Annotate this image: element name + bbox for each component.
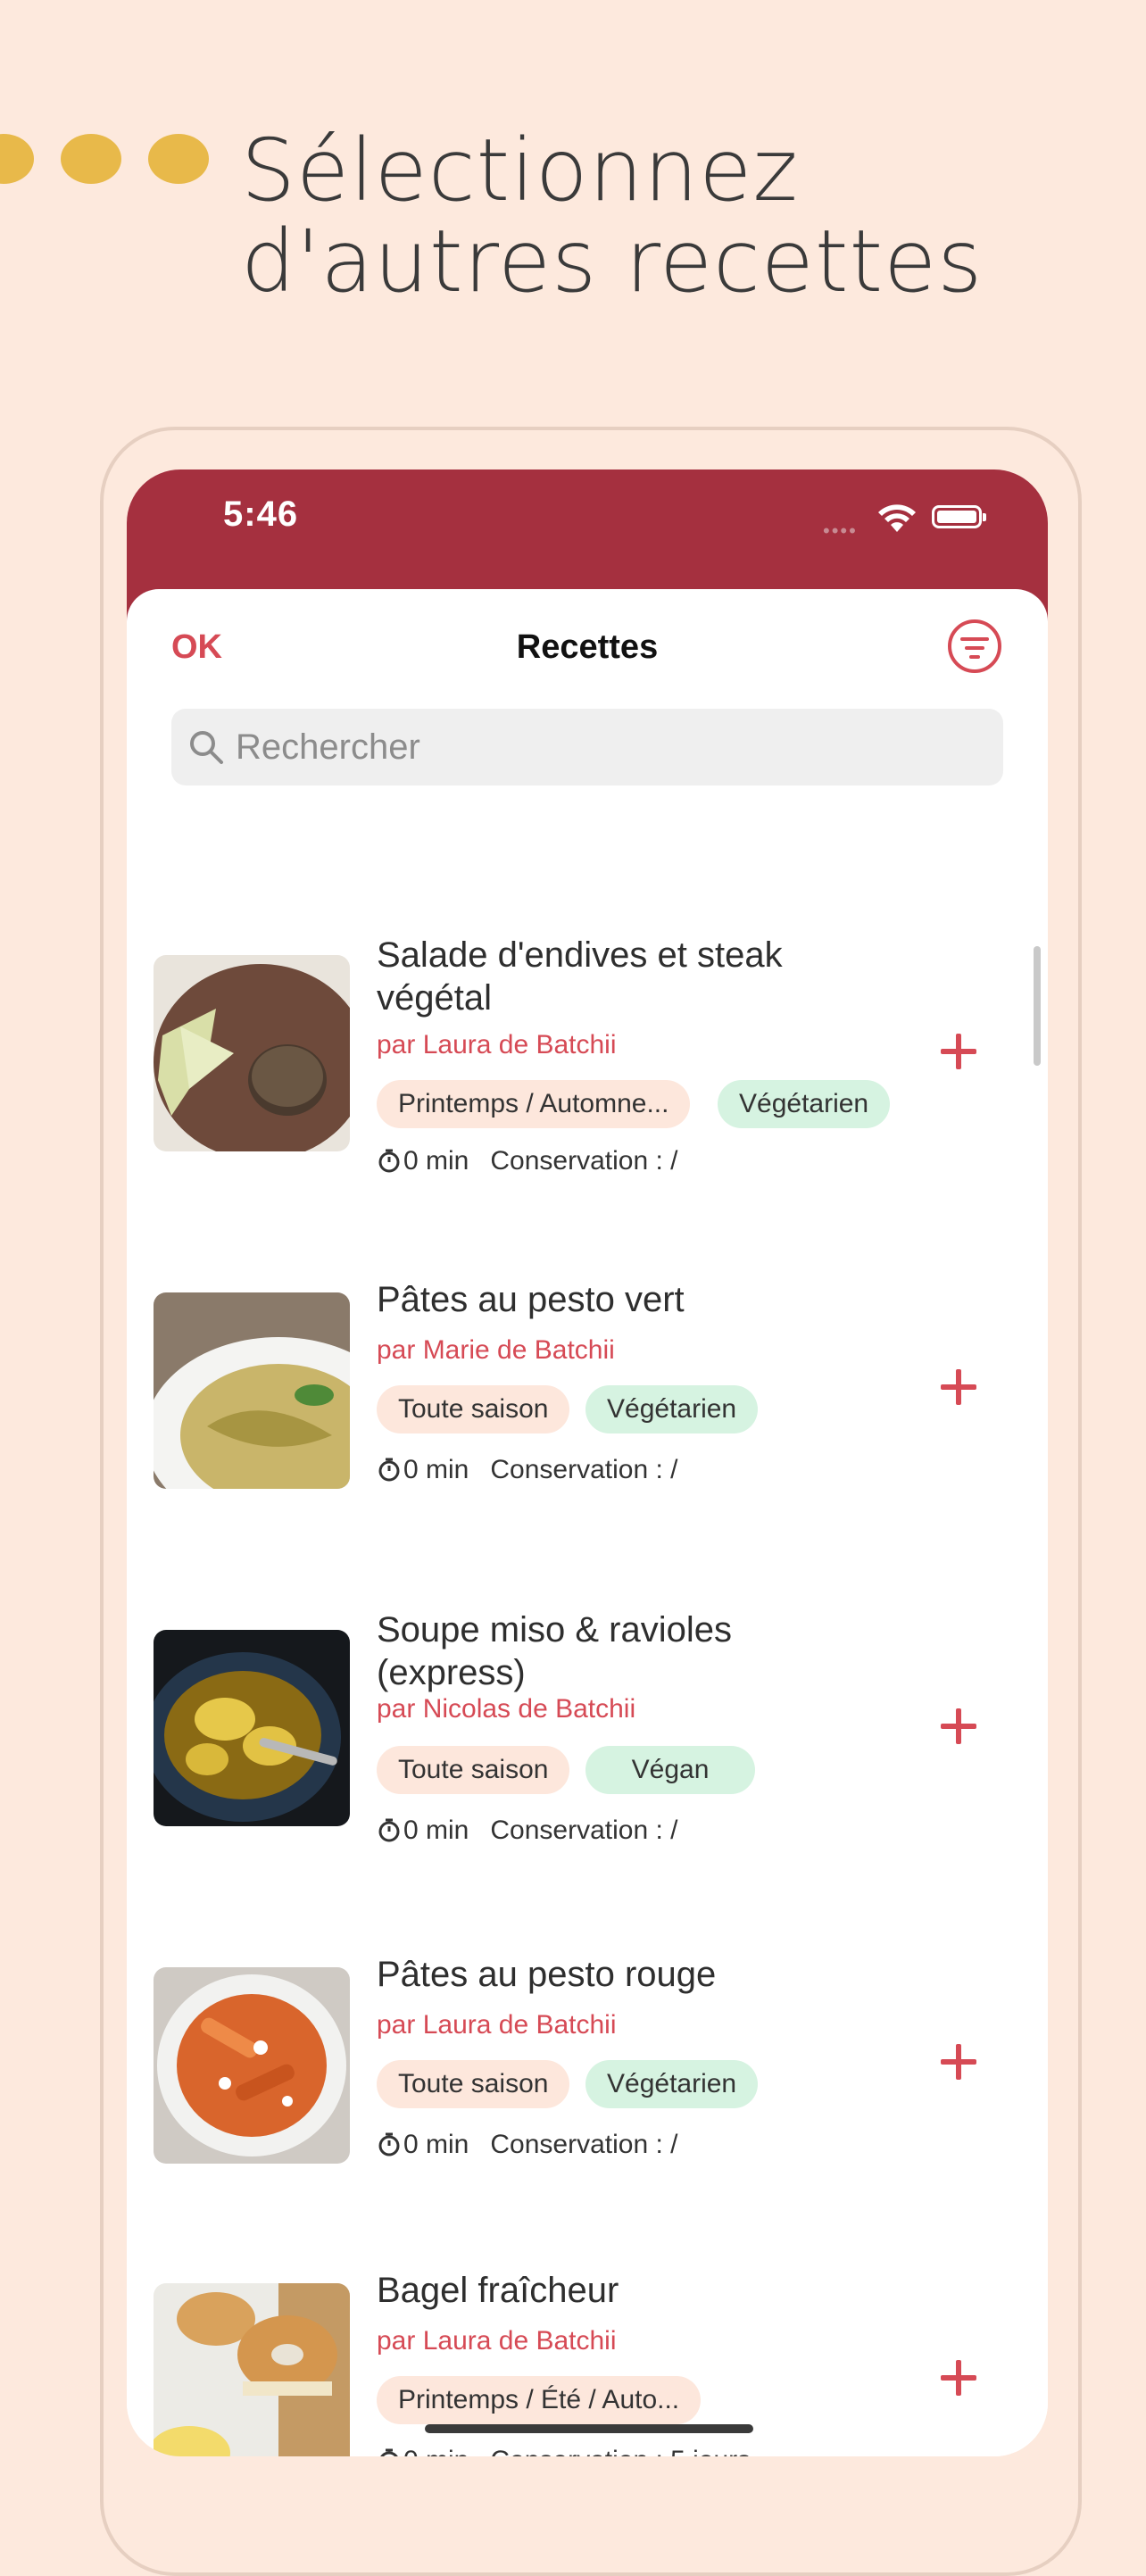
season-tag: Printemps / Été / Auto... bbox=[377, 2376, 702, 2424]
recipe-title: Bagel fraîcheur bbox=[377, 2271, 619, 2310]
season-tag: Toute saison bbox=[377, 1746, 570, 1794]
decorative-dots bbox=[0, 134, 232, 187]
diet-tag: Végétarien bbox=[585, 2060, 759, 2108]
recipe-image bbox=[154, 1292, 350, 1489]
timer-icon bbox=[380, 2448, 398, 2456]
list-item[interactable]: Bagel fraîcheur par Laura de Batchii Pri… bbox=[127, 2149, 1048, 2456]
headline-line-1: Sélectionnez bbox=[241, 120, 799, 220]
add-recipe-button[interactable] bbox=[932, 2035, 985, 2089]
recipes-sheet: OK Recettes Rechercher Salade d'endives … bbox=[127, 589, 1048, 2456]
recipe-image bbox=[154, 1630, 350, 1826]
recipe-image bbox=[154, 955, 350, 1151]
prep-time: 0 min bbox=[403, 2446, 469, 2456]
battery-icon bbox=[932, 505, 986, 528]
dot bbox=[148, 134, 209, 184]
search-bar[interactable] bbox=[171, 709, 1003, 785]
diet-tag: Végétarien bbox=[718, 1080, 891, 1128]
filter-button[interactable] bbox=[948, 619, 1001, 673]
add-recipe-button[interactable] bbox=[932, 1025, 985, 1078]
search-input[interactable] bbox=[236, 709, 967, 785]
recipe-author: par Laura de Batchii bbox=[377, 1030, 617, 1059]
page-title: Recettes bbox=[516, 628, 659, 666]
season-tag: Toute saison bbox=[377, 2060, 570, 2108]
recipe-image bbox=[154, 2283, 350, 2456]
recipe-title: Pâtes au pesto rouge bbox=[377, 1955, 717, 1994]
recipe-title: Salade d'endives et steak végétal bbox=[377, 935, 783, 1018]
list-item[interactable]: Pâtes au pesto rouge par Laura de Batchi… bbox=[127, 1833, 1048, 2164]
recipe-author: par Marie de Batchii bbox=[377, 1335, 615, 1365]
dot bbox=[61, 134, 121, 184]
promo-headline: Sélectionnez d'autres recettes bbox=[241, 125, 1098, 307]
recipe-image bbox=[154, 1967, 350, 2164]
recipe-title: Soupe miso & ravioles (express) bbox=[377, 1610, 732, 1692]
recipe-title: Pâtes au pesto vert bbox=[377, 1280, 685, 1319]
dot bbox=[0, 134, 34, 184]
add-recipe-button[interactable] bbox=[932, 1360, 985, 1414]
prep-time: 0 min bbox=[403, 1455, 469, 1484]
recipe-meta: 0 min Conservation : 5 jours bbox=[377, 2446, 751, 2456]
timer-icon bbox=[378, 1458, 400, 1482]
conservation: Conservation : 5 jours bbox=[490, 2446, 751, 2456]
filter-icon-line bbox=[965, 646, 984, 650]
wifi-icon bbox=[878, 504, 916, 532]
phone-screen: 5:46 •••• OK Recettes Rechercher Salade … bbox=[127, 469, 1048, 2456]
home-indicator[interactable] bbox=[425, 2424, 753, 2433]
recipe-author: par Laura de Batchii bbox=[377, 2010, 617, 2040]
filter-icon bbox=[960, 637, 989, 641]
headline-line-2: d'autres recettes bbox=[241, 212, 984, 312]
season-tag: Printemps / Automne... bbox=[377, 1080, 691, 1128]
conservation: Conservation : / bbox=[490, 1455, 678, 1484]
recipe-meta: 0 min Conservation : / bbox=[377, 1455, 677, 1485]
recipe-author: par Laura de Batchii bbox=[377, 2326, 617, 2356]
status-time: 5:46 bbox=[223, 494, 299, 534]
season-tag: Toute saison bbox=[377, 1385, 570, 1433]
filter-icon-line bbox=[969, 655, 980, 659]
search-icon bbox=[190, 731, 223, 764]
diet-tag: Végan bbox=[585, 1746, 755, 1794]
list-item[interactable]: Soupe miso & ravioles (express) par Nico… bbox=[127, 1496, 1048, 1845]
list-item[interactable]: Salade d'endives et steak végétal par La… bbox=[127, 821, 1048, 1176]
list-item[interactable]: Pâtes au pesto vert par Marie de Batchii… bbox=[127, 1159, 1048, 1489]
add-recipe-button[interactable] bbox=[932, 2351, 985, 2405]
recipe-author: par Nicolas de Batchii bbox=[377, 1694, 636, 1724]
add-recipe-button[interactable] bbox=[932, 1699, 985, 1753]
diet-tag: Végétarien bbox=[585, 1385, 759, 1433]
signal-dots-icon: •••• bbox=[823, 519, 858, 542]
